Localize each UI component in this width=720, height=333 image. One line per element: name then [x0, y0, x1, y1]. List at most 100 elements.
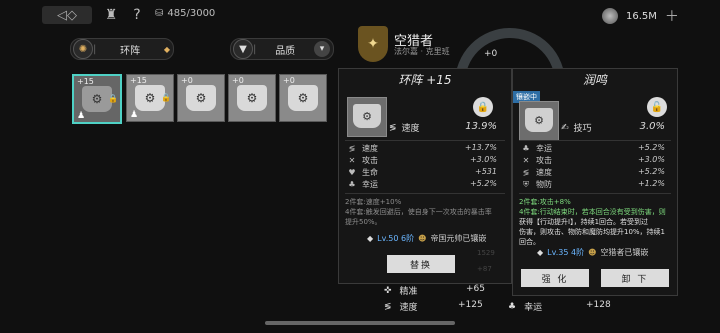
- stat-value: +125: [458, 300, 483, 310]
- gem-icon: ◆: [537, 248, 544, 257]
- substat-label: 生命: [362, 168, 378, 177]
- replace-button[interactable]: 替换: [387, 255, 455, 273]
- right-item-art: ⚙: [519, 101, 559, 141]
- slot-1[interactable]: +15 ⚙ 🔒 ♟: [72, 74, 122, 124]
- engraved-level: Lv.50 6阶: [377, 234, 415, 243]
- set-line: 回合。: [519, 238, 540, 246]
- lock-icon: 🔒: [108, 94, 118, 103]
- slot-level: +0: [283, 76, 295, 85]
- left-lock-button[interactable]: 🔒: [473, 97, 493, 117]
- right-substat-row: ⛨ 物防: [521, 179, 552, 190]
- substat-value: +3.0%: [469, 155, 497, 164]
- unequip-button[interactable]: 卸 下: [601, 269, 669, 287]
- speed-icon: ≶: [389, 122, 397, 133]
- castle-icon[interactable]: ♜: [102, 6, 120, 24]
- slot-4[interactable]: +0 ⚙: [228, 74, 276, 122]
- stat-label: 幸运: [524, 303, 543, 313]
- slot-2[interactable]: +15 ⚙ 🔒 ♟: [126, 74, 174, 122]
- quality-filter[interactable]: ▼ | 品质 ▾: [230, 38, 334, 60]
- right-lock-button[interactable]: 🔓: [647, 97, 667, 117]
- faint-value: 1529: [477, 249, 495, 257]
- enhance-button[interactable]: 强 化: [521, 269, 589, 287]
- home-indicator: [265, 321, 455, 325]
- right-main-stat: ✍ 技巧: [561, 121, 592, 135]
- set-line: 伤害，则攻击、物防和魔防均提升10%，持续1: [519, 228, 666, 236]
- substat-label: 幸运: [536, 144, 552, 153]
- right-set-description: 2件套:攻击+8% 4件套:行动结束时，若本回合没有受到伤害，则 获得【行动提升…: [519, 197, 673, 247]
- left-panel-title: 环阵 +15: [398, 73, 452, 87]
- ring-item-icon: ⚙: [288, 85, 318, 111]
- substat-value: +1.2%: [637, 179, 665, 188]
- sun-icon: ✺: [73, 39, 93, 59]
- substat-value: +5.2%: [637, 167, 665, 176]
- attack-icon: ✕: [348, 156, 356, 165]
- substat-value: +5.2%: [637, 143, 665, 152]
- divider: [345, 140, 505, 141]
- currency-display: 16.5M ＋: [602, 6, 679, 26]
- engraved-by: 帝国元帅已镶嵌: [430, 234, 487, 243]
- right-panel-title: 润鸣: [582, 73, 607, 87]
- left-main-stat-label: 速度: [401, 124, 420, 134]
- ring-item-icon: ⚙: [353, 104, 381, 128]
- slot-level: +0: [232, 76, 244, 85]
- gem-icon: ◆: [367, 234, 374, 243]
- slot-level: +15: [130, 76, 147, 85]
- stat-label: 速度: [399, 303, 418, 313]
- category-filter[interactable]: ✺ | 环阵 ◆: [70, 38, 174, 60]
- slot-level: +15: [77, 77, 94, 86]
- funnel-icon: ▼: [233, 39, 253, 59]
- bottom-stat-luck: ♣ 幸运: [508, 300, 543, 314]
- faint-value: +87: [477, 265, 492, 273]
- bottom-stat-speed: ≶ 速度: [384, 300, 418, 314]
- substat-label: 幸运: [362, 180, 378, 189]
- back-button[interactable]: ◁◇: [42, 6, 92, 24]
- substat-value: +5.2%: [469, 179, 497, 188]
- stat-value: +128: [586, 300, 611, 310]
- pawn-icon: ♟: [77, 111, 86, 121]
- right-substat-row: ♣ 幸运: [521, 143, 552, 154]
- slot-3[interactable]: +0 ⚙: [177, 74, 225, 122]
- left-main-stat-value: 13.9%: [465, 121, 497, 132]
- slot-level: +0: [181, 76, 193, 85]
- left-item-art: ⚙: [347, 97, 387, 137]
- left-engraved-info: ◆ Lv.50 6阶 ☻ 帝国元帅已镶嵌: [367, 233, 486, 244]
- clover-icon: ♣: [508, 301, 517, 312]
- back-arrow-icon: ◁◇: [57, 7, 77, 23]
- sparkle-icon: ◆: [163, 44, 170, 54]
- engraved-by: 空猎者已镶嵌: [600, 248, 649, 257]
- left-set-description: 2件套:速度+10% 4件套:触发回避后，使自身下一次攻击的暴击率 提升50%。: [345, 197, 507, 227]
- character-portrait-icon: ☻: [418, 234, 427, 243]
- ring-item-icon: ⚙: [186, 85, 216, 111]
- right-substat-row: ✕ 攻击: [521, 155, 552, 166]
- quality-label: 品质: [275, 45, 296, 57]
- capacity-counter: ⛁ 485/3000: [155, 8, 215, 19]
- help-button[interactable]: ?: [128, 6, 146, 24]
- clover-icon: ♣: [522, 144, 530, 153]
- precision-icon: ✜: [384, 285, 392, 296]
- right-engraved-info: ◆ Lv.35 4阶 ☻ 空猎者已镶嵌: [537, 247, 648, 258]
- substat-value: +13.7%: [464, 143, 497, 152]
- lock-icon: 🔒: [476, 101, 490, 113]
- chevron-down-icon[interactable]: ▾: [314, 41, 330, 57]
- set-line: 获得【行动提升Ⅰ】，持续1回合。若受到过: [519, 218, 649, 226]
- speed-icon: ≶: [348, 144, 356, 153]
- substat-label: 攻击: [536, 156, 552, 165]
- capacity-label: 485/3000: [167, 8, 216, 19]
- skill-icon: ✍: [561, 122, 569, 133]
- slot-5[interactable]: +0 ⚙: [279, 74, 327, 122]
- left-substat-row: ✕ 攻击: [347, 155, 378, 166]
- left-main-stat: ≶ 速度: [389, 121, 420, 135]
- stat-label: 精准: [399, 287, 418, 297]
- left-substat-row: ♥ 生命: [347, 167, 378, 178]
- unlock-icon: 🔓: [650, 101, 664, 113]
- attack-icon: ✕: [522, 156, 530, 165]
- clover-icon: ♣: [348, 180, 356, 189]
- right-main-stat-label: 技巧: [573, 124, 592, 134]
- character-subtitle: 法尔嘉 · 克里班: [394, 47, 450, 56]
- add-currency-button[interactable]: ＋: [665, 6, 679, 26]
- left-substat-row: ≶ 速度: [347, 143, 378, 154]
- set-line: 2件套:速度+10%: [345, 198, 402, 206]
- lock-icon: 🔒: [161, 93, 171, 102]
- right-main-stat-value: 3.0%: [639, 121, 665, 132]
- substat-label: 攻击: [362, 156, 378, 165]
